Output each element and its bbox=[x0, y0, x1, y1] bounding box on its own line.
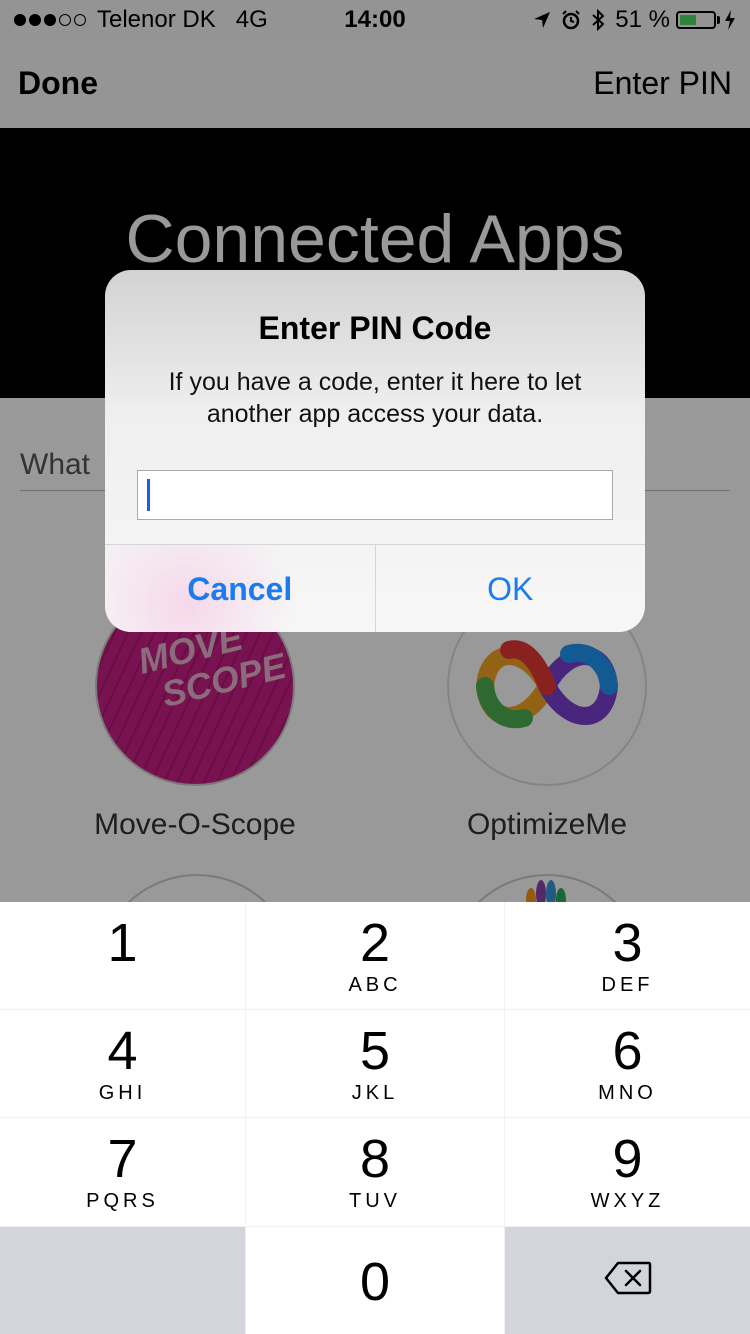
key-letters: GHI bbox=[98, 1082, 147, 1104]
delete-key[interactable] bbox=[505, 1227, 750, 1334]
key-9[interactable]: 9 WXYZ bbox=[505, 1118, 750, 1226]
key-digit: 8 bbox=[359, 1129, 391, 1189]
ok-button[interactable]: OK bbox=[376, 545, 646, 632]
key-letters: JKL bbox=[351, 1082, 399, 1104]
key-6[interactable]: 6 MNO bbox=[505, 1010, 750, 1117]
enter-pin-alert: Enter PIN Code If you have a code, enter… bbox=[105, 270, 645, 632]
key-letters: MNO bbox=[598, 1082, 657, 1104]
key-letters: PQRS bbox=[86, 1190, 159, 1212]
screen: Telenor DK 4G 14:00 51 % Done Enter PIN … bbox=[0, 0, 750, 1334]
key-2[interactable]: 2 ABC bbox=[246, 902, 504, 1009]
key-letters: TUV bbox=[349, 1190, 401, 1212]
key-1[interactable]: 1 bbox=[0, 902, 245, 1009]
key-0[interactable]: 0 bbox=[246, 1227, 504, 1334]
key-digit: 4 bbox=[107, 1021, 138, 1081]
key-7[interactable]: 7 PQRS bbox=[0, 1118, 245, 1226]
key-letters: ABC bbox=[348, 974, 402, 996]
alert-message: If you have a code, enter it here to let… bbox=[168, 368, 582, 428]
key-8[interactable]: 8 TUV bbox=[246, 1118, 504, 1226]
text-cursor bbox=[147, 479, 150, 511]
key-digit: 5 bbox=[359, 1021, 391, 1081]
key-5[interactable]: 5 JKL bbox=[246, 1010, 504, 1117]
key-digit: 3 bbox=[612, 913, 643, 973]
key-4[interactable]: 4 GHI bbox=[0, 1010, 245, 1117]
key-digit: 6 bbox=[612, 1021, 643, 1081]
key-digit: 2 bbox=[359, 913, 391, 973]
key-letters: WXYZ bbox=[590, 1190, 665, 1212]
key-digit: 1 bbox=[107, 913, 138, 973]
pin-input[interactable] bbox=[137, 470, 613, 520]
backspace-icon bbox=[604, 1261, 652, 1300]
cancel-button[interactable]: Cancel bbox=[105, 545, 376, 632]
key-blank bbox=[0, 1227, 245, 1334]
alert-title: Enter PIN Code bbox=[258, 310, 492, 346]
key-letters: DEF bbox=[601, 974, 654, 996]
key-digit: 0 bbox=[359, 1252, 391, 1312]
key-3[interactable]: 3 DEF bbox=[505, 902, 750, 1009]
key-digit: 7 bbox=[107, 1129, 138, 1189]
alert-button-row: Cancel OK bbox=[105, 544, 645, 632]
key-digit: 9 bbox=[612, 1129, 643, 1189]
numeric-keypad: 1 2 ABC 3 DEF 4 GHI 5 JKL 6 MNO 7 PQRS 8… bbox=[0, 902, 750, 1334]
